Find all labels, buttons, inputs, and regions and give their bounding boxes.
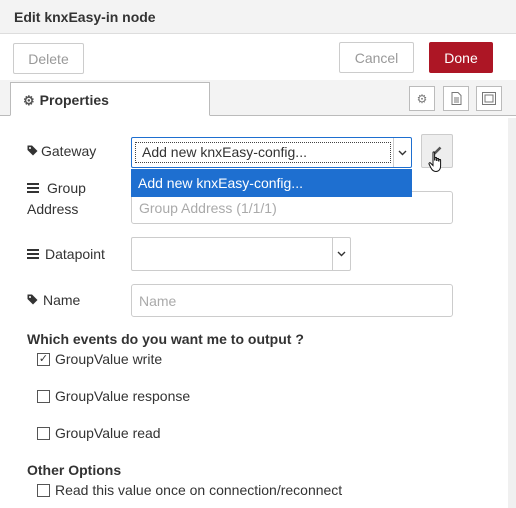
- delete-button[interactable]: Delete: [13, 43, 84, 74]
- group-address-label: Group Address: [27, 178, 86, 219]
- scrollbar[interactable]: [508, 118, 516, 508]
- tab-bar: ⚙ Properties ⚙: [0, 80, 516, 116]
- chevron-down-icon: [332, 238, 350, 270]
- list-icon: [27, 245, 41, 265]
- group-label-line2: Address: [27, 201, 79, 217]
- datapoint-select[interactable]: [131, 237, 351, 271]
- gear-icon: ⚙: [23, 93, 35, 108]
- name-input[interactable]: Name: [131, 284, 453, 317]
- settings-tab-icon[interactable]: ⚙: [409, 86, 435, 111]
- gateway-label: Gateway: [27, 141, 96, 162]
- other-options-heading: Other Options: [27, 462, 122, 478]
- events-heading: Which events do you want me to output ?: [27, 331, 304, 347]
- file-icon: [451, 92, 461, 105]
- option-read-once[interactable]: Read this value once on connection/recon…: [37, 482, 342, 498]
- tab-properties-label: Properties: [39, 92, 109, 108]
- dialog-title: Edit knxEasy-in node: [0, 0, 516, 34]
- tag-icon: [27, 291, 41, 311]
- checkbox[interactable]: [37, 426, 50, 440]
- option-groupvalue-write[interactable]: ✓ GroupValue write: [37, 351, 162, 367]
- option-label: GroupValue write: [55, 351, 163, 367]
- name-label-text: Name: [43, 292, 81, 308]
- option-label: GroupValue read: [55, 425, 161, 441]
- datapoint-label-text: Datapoint: [45, 246, 105, 262]
- appearance-tab-icon[interactable]: [476, 86, 502, 111]
- name-placeholder: Name: [139, 293, 177, 309]
- gateway-select[interactable]: Add new knxEasy-config...: [131, 137, 412, 168]
- cancel-button[interactable]: Cancel: [339, 42, 414, 73]
- name-label: Name: [27, 290, 80, 311]
- tab-properties[interactable]: ⚙ Properties: [10, 82, 210, 116]
- checkbox[interactable]: [37, 389, 50, 403]
- tag-icon: [27, 142, 41, 162]
- datapoint-label: Datapoint: [27, 244, 105, 265]
- group-label-line1: Group: [47, 180, 86, 196]
- list-icon: [27, 179, 41, 199]
- option-groupvalue-read[interactable]: GroupValue read: [37, 425, 161, 441]
- checkbox-checked[interactable]: ✓: [37, 352, 50, 366]
- done-button[interactable]: Done: [429, 42, 493, 73]
- chevron-down-icon: [393, 138, 411, 167]
- gateway-dropdown-option[interactable]: Add new knxEasy-config...: [131, 169, 412, 197]
- option-groupvalue-response[interactable]: GroupValue response: [37, 388, 190, 404]
- checkbox[interactable]: [37, 483, 50, 497]
- hand-cursor-icon: [428, 151, 444, 178]
- group-address-placeholder: Group Address (1/1/1): [139, 200, 277, 216]
- gear-icon: ⚙: [416, 91, 428, 106]
- gateway-label-text: Gateway: [41, 143, 97, 159]
- option-label: GroupValue response: [55, 388, 191, 404]
- option-label: Read this value once on connection/recon…: [55, 482, 343, 498]
- description-tab-icon[interactable]: [443, 86, 469, 111]
- frame-icon: [482, 92, 496, 105]
- gateway-select-value: Add new knxEasy-config...: [135, 142, 391, 163]
